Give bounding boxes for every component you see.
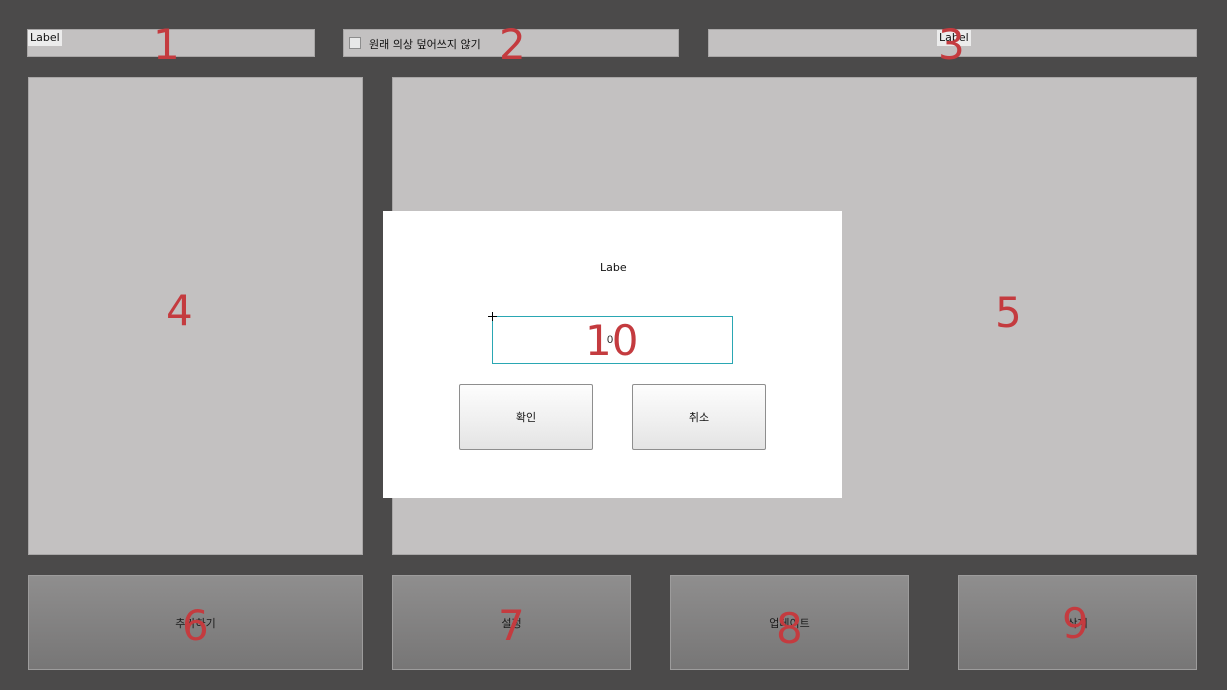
dialog-text-input[interactable] — [492, 316, 733, 364]
add-button[interactable]: 추가하기 — [28, 575, 363, 670]
top-label-left: Label — [28, 30, 62, 46]
crosshair-cursor-icon — [488, 312, 497, 321]
top-label-left-bar: Label — [27, 29, 315, 57]
no-overwrite-checkbox-label[interactable]: 원래 의상 덮어쓰지 않기 — [369, 36, 481, 52]
input-dialog: Labe 확인 취소 — [383, 211, 842, 498]
overwrite-option-bar: 원래 의상 덮어쓰지 않기 — [343, 29, 679, 57]
update-button[interactable]: 업데이트 — [670, 575, 909, 670]
settings-button[interactable]: 설정 — [392, 575, 631, 670]
top-label-right-bar: Label — [708, 29, 1197, 57]
confirm-button[interactable]: 확인 — [459, 384, 593, 450]
delete-button[interactable]: 삭제 — [958, 575, 1197, 670]
app-window: Label 원래 의상 덮어쓰지 않기 Label 추가하기 설정 업데이트 삭… — [0, 0, 1227, 690]
left-list-panel[interactable] — [28, 77, 363, 555]
top-label-right: Label — [937, 30, 971, 46]
dialog-label: Labe — [600, 261, 627, 274]
no-overwrite-checkbox[interactable] — [349, 37, 361, 49]
cancel-button[interactable]: 취소 — [632, 384, 766, 450]
